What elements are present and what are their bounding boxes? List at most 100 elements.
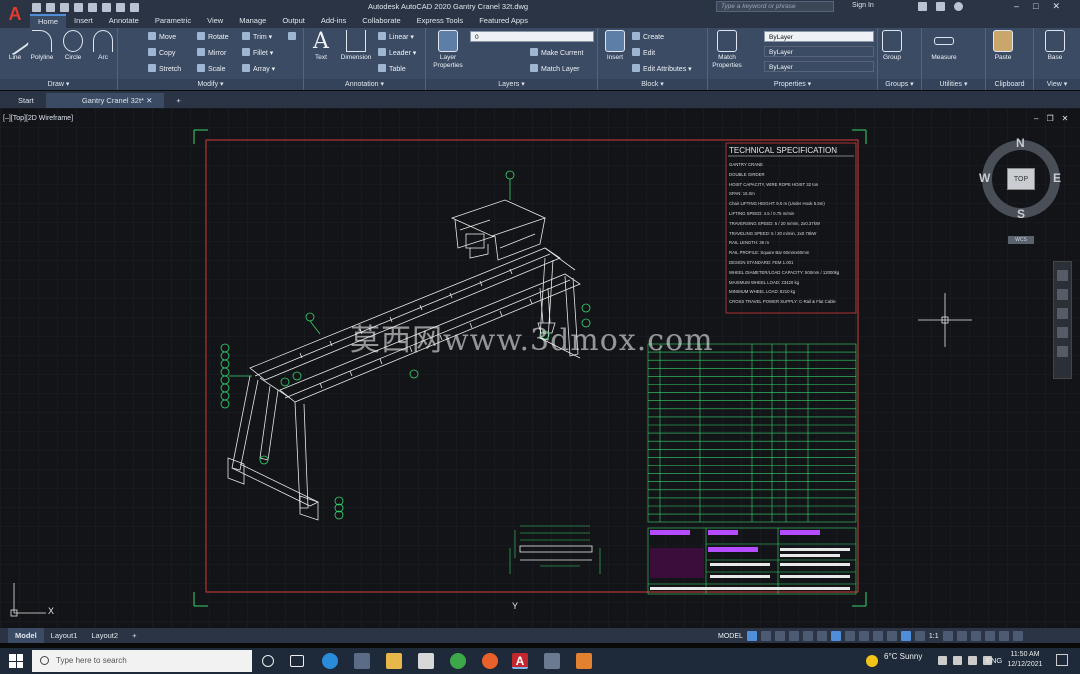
clean-screen-icon[interactable] bbox=[998, 631, 1009, 641]
copy-tool[interactable]: Copy bbox=[148, 48, 175, 58]
tab-output[interactable]: Output bbox=[274, 14, 313, 28]
viewport-close-icon[interactable]: ✕ bbox=[1062, 114, 1069, 123]
model-tab[interactable]: Model bbox=[8, 628, 44, 643]
workspace-icon[interactable] bbox=[942, 631, 953, 641]
clipboard-panel-title[interactable]: Clipboard bbox=[986, 79, 1033, 90]
sign-in-link[interactable]: Sign In bbox=[852, 2, 874, 9]
group-tool[interactable]: Group bbox=[878, 30, 906, 62]
modify-panel-title[interactable]: Modify ▾ bbox=[118, 79, 303, 90]
mirror-tool[interactable]: Mirror bbox=[197, 48, 226, 58]
measure-tool[interactable]: Measure bbox=[928, 30, 960, 62]
linetype-dropdown[interactable]: ByLayer bbox=[764, 46, 874, 57]
selection-cycling-icon[interactable] bbox=[872, 631, 883, 641]
tray-chevron-icon[interactable] bbox=[953, 656, 962, 665]
start-button[interactable] bbox=[9, 654, 23, 668]
tab-express-tools[interactable]: Express Tools bbox=[409, 14, 472, 28]
taskbar-clock[interactable]: 11:50 AM 12/12/2021 bbox=[1000, 650, 1050, 670]
zoom-icon[interactable] bbox=[1057, 308, 1068, 319]
close-tab-icon[interactable]: ✕ bbox=[146, 96, 152, 105]
model-space-toggle[interactable]: MODEL bbox=[718, 633, 743, 640]
scale-tool[interactable]: Scale bbox=[197, 64, 226, 74]
minimize-icon[interactable]: – bbox=[1014, 1, 1019, 12]
arc-tool[interactable]: Arc bbox=[90, 30, 116, 62]
color-dropdown[interactable]: ByLayer bbox=[764, 31, 874, 42]
taskbar-search-input[interactable]: Type here to search bbox=[32, 650, 252, 672]
annotation-visibility-icon[interactable] bbox=[900, 631, 911, 641]
edit-block-tool[interactable]: Edit bbox=[632, 48, 655, 58]
drawing-tab[interactable]: Gantry Cranel 32t* ✕ bbox=[45, 93, 165, 108]
wcs-menu[interactable]: WCS bbox=[1008, 236, 1034, 244]
task-view-icon[interactable] bbox=[290, 655, 304, 667]
auto-scale-icon[interactable] bbox=[914, 631, 925, 641]
layout1-tab[interactable]: Layout1 bbox=[44, 628, 85, 643]
layer-properties-tool[interactable]: Layer Properties bbox=[430, 30, 466, 70]
grid-toggle-icon[interactable] bbox=[746, 631, 757, 641]
viewcube-top-face[interactable]: TOP bbox=[1007, 168, 1035, 190]
transparency-icon[interactable] bbox=[858, 631, 869, 641]
compass-north[interactable]: N bbox=[1016, 136, 1025, 150]
match-layer-tool[interactable]: Match Layer bbox=[530, 64, 580, 74]
tab-featured-apps[interactable]: Featured Apps bbox=[471, 14, 536, 28]
orbit-icon[interactable] bbox=[1057, 327, 1068, 338]
array-tool[interactable]: Array ▾ bbox=[242, 64, 275, 74]
application-menu-button[interactable]: A bbox=[0, 0, 30, 28]
layout2-tab[interactable]: Layout2 bbox=[84, 628, 125, 643]
move-tool[interactable]: Move bbox=[148, 32, 176, 42]
viewport-controls-label[interactable]: [–][Top][2D Wireframe] bbox=[3, 115, 73, 122]
store-icon[interactable] bbox=[354, 653, 370, 669]
share-icon[interactable] bbox=[130, 2, 139, 12]
pan-icon[interactable] bbox=[1057, 289, 1068, 300]
create-block-tool[interactable]: Create bbox=[632, 32, 664, 42]
paste-tool[interactable]: Paste bbox=[990, 30, 1016, 62]
autocad-taskbar-icon[interactable]: A bbox=[512, 653, 528, 669]
new-icon[interactable] bbox=[32, 2, 41, 12]
cart-icon[interactable] bbox=[918, 2, 927, 11]
annotation-panel-title[interactable]: Annotation ▾ bbox=[304, 79, 425, 90]
base-view-tool[interactable]: Base bbox=[1042, 30, 1068, 62]
utilities-panel-title[interactable]: Utilities ▾ bbox=[922, 79, 985, 90]
tab-home[interactable]: Home bbox=[30, 14, 67, 28]
people-icon[interactable] bbox=[938, 656, 947, 665]
customization-icon[interactable] bbox=[1012, 631, 1023, 641]
block-panel-title[interactable]: Block ▾ bbox=[598, 79, 707, 90]
viewport-restore-icon[interactable]: ❐ bbox=[1046, 114, 1053, 123]
polyline-tool[interactable]: Polyline bbox=[29, 30, 55, 62]
snap-toggle-icon[interactable] bbox=[760, 631, 771, 641]
new-layout-button[interactable]: + bbox=[125, 628, 143, 643]
weather-text[interactable]: 6°C Sunny bbox=[884, 652, 922, 661]
file-explorer-icon[interactable] bbox=[386, 653, 402, 669]
tab-parametric[interactable]: Parametric bbox=[147, 14, 199, 28]
pencil-tool[interactable] bbox=[288, 32, 299, 42]
compass-south[interactable]: S bbox=[1017, 207, 1025, 221]
help-search-input[interactable]: Type a keyword or phrase bbox=[716, 1, 834, 12]
isolate-objects-icon[interactable] bbox=[970, 631, 981, 641]
object-snap-icon[interactable] bbox=[830, 631, 841, 641]
object-snap-tracking-icon[interactable] bbox=[816, 631, 827, 641]
help-icon[interactable] bbox=[954, 2, 963, 11]
close-icon[interactable]: ✕ bbox=[1052, 1, 1060, 12]
tab-manage[interactable]: Manage bbox=[231, 14, 274, 28]
view-panel-title[interactable]: View ▾ bbox=[1034, 79, 1080, 90]
trim-tool[interactable]: Trim ▾ bbox=[242, 32, 272, 42]
hardware-acceleration-icon[interactable] bbox=[984, 631, 995, 641]
draw-panel-title[interactable]: Draw ▾ bbox=[0, 79, 117, 90]
save-icon[interactable] bbox=[60, 2, 69, 12]
maximize-icon[interactable]: □ bbox=[1033, 1, 1038, 12]
layer-dropdown[interactable]: 0 bbox=[470, 31, 594, 42]
line-tool[interactable]: Line bbox=[0, 26, 30, 62]
mail-icon[interactable] bbox=[418, 653, 434, 669]
open-icon[interactable] bbox=[46, 2, 55, 12]
showmotion-icon[interactable] bbox=[1057, 346, 1068, 357]
properties-panel-title[interactable]: Properties ▾ bbox=[708, 79, 877, 90]
stretch-tool[interactable]: Stretch bbox=[148, 64, 181, 74]
ortho-toggle-icon[interactable] bbox=[774, 631, 785, 641]
print-icon[interactable] bbox=[88, 2, 97, 12]
undo-icon[interactable] bbox=[102, 2, 111, 12]
tab-collaborate[interactable]: Collaborate bbox=[354, 14, 408, 28]
edit-attributes-tool[interactable]: Edit Attributes ▾ bbox=[632, 64, 692, 74]
redo-icon[interactable] bbox=[116, 2, 125, 12]
powerpoint-icon[interactable] bbox=[576, 653, 592, 669]
compass-west[interactable]: W bbox=[979, 171, 990, 185]
compass-east[interactable]: E bbox=[1053, 171, 1061, 185]
viewport-minimize-icon[interactable]: – bbox=[1034, 114, 1038, 123]
